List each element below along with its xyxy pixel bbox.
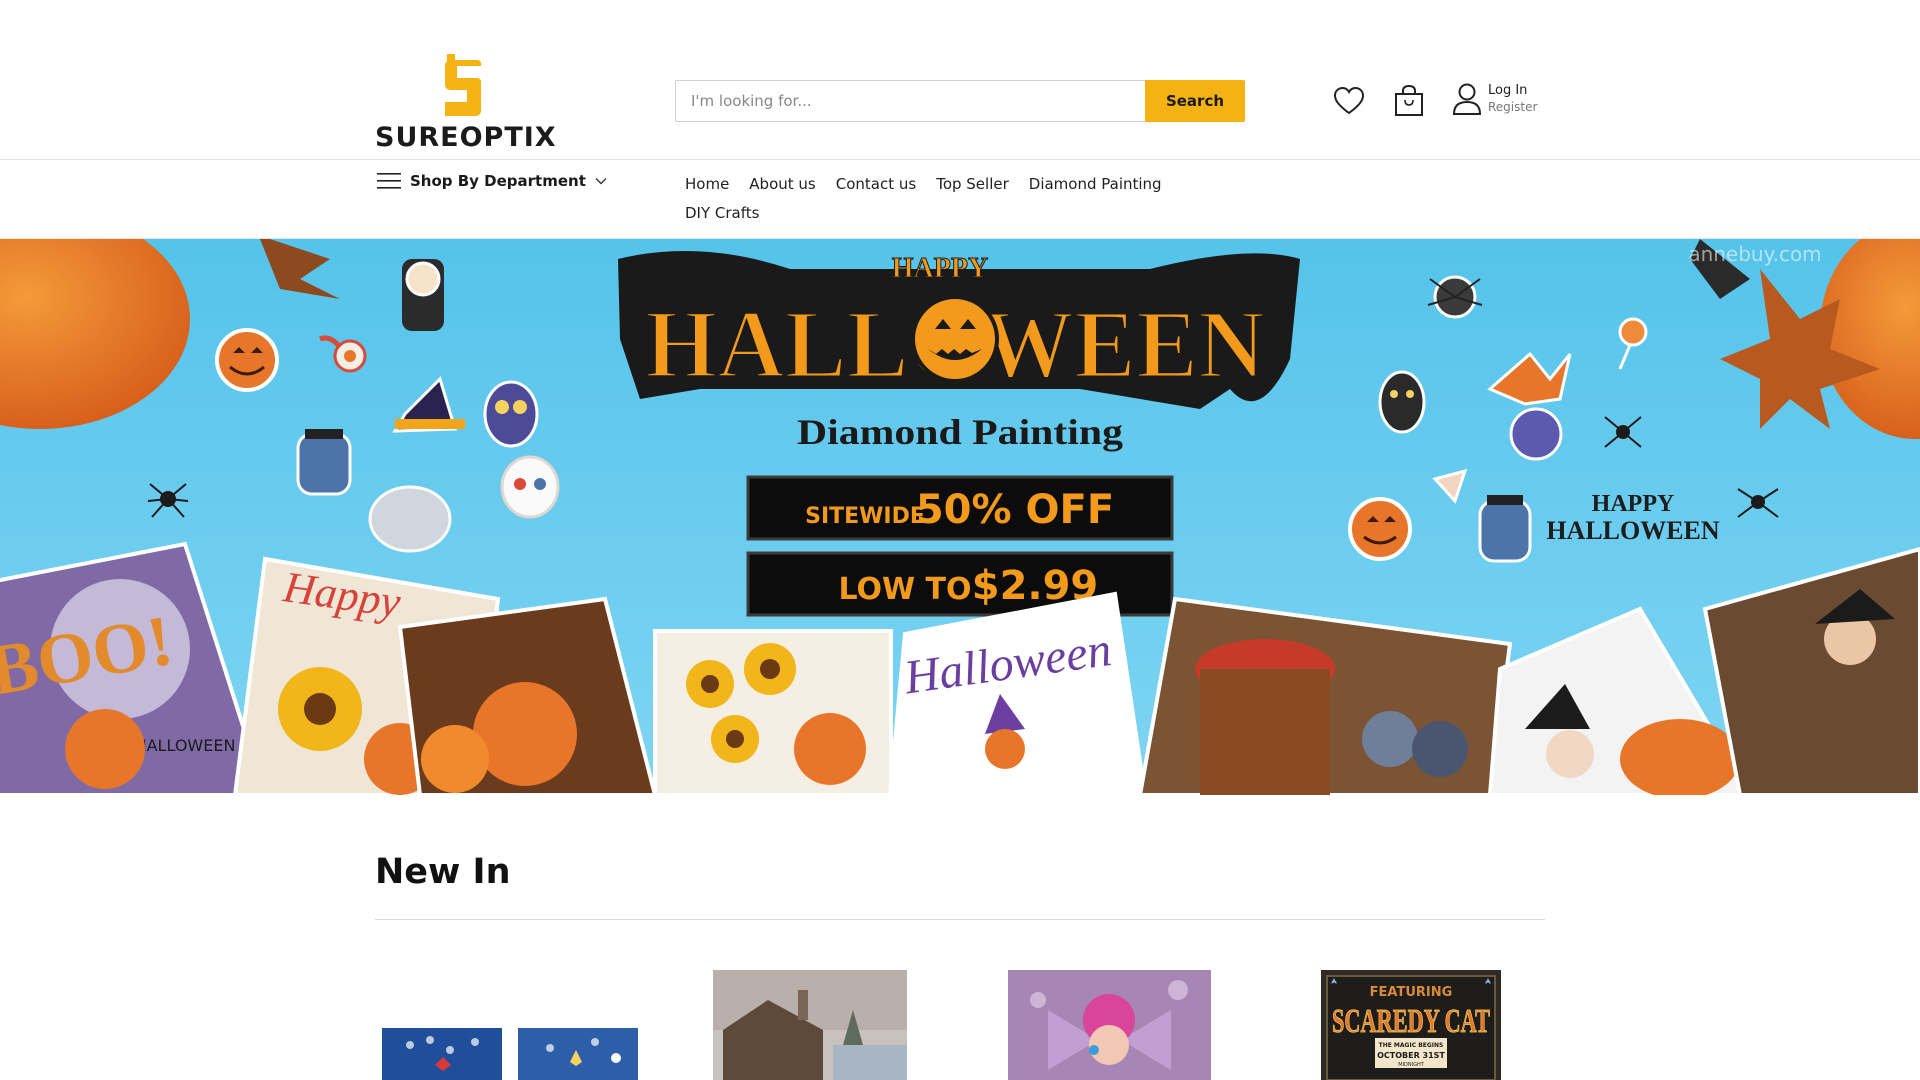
section-divider: [375, 919, 1545, 920]
sticker-frankenstein-right: [1478, 495, 1532, 563]
logo-s-mark: [445, 54, 481, 116]
search-button[interactable]: Search: [1145, 80, 1245, 122]
headline-happy: HAPPY: [892, 253, 988, 284]
svg-text:HALLOWEEN: HALLOWEEN: [135, 736, 236, 755]
site-header: SUREOPTIX Search Log In Register: [0, 0, 1920, 160]
nav-item-home[interactable]: Home: [685, 174, 729, 194]
offer-main: 50% OFF: [916, 487, 1114, 533]
wishlist-button[interactable]: [1332, 84, 1366, 118]
banner-watermark: annebuy.com: [1688, 242, 1821, 266]
sticker-jack-o-lantern-left: [215, 328, 279, 392]
nav-item-about-us[interactable]: About us: [749, 174, 815, 194]
product-card-flowers[interactable]: [380, 970, 640, 1080]
account-menu[interactable]: Log In Register: [1452, 82, 1537, 116]
card-sunflowers: [653, 629, 893, 795]
sticker-vampire: [402, 259, 444, 331]
nav-item-diamond-painting[interactable]: Diamond Painting: [1029, 174, 1162, 194]
svg-text:SCAREDY CAT: SCAREDY CAT: [1332, 1003, 1490, 1040]
heart-icon: [1333, 86, 1365, 115]
svg-text:MIDNIGHT: MIDNIGHT: [1398, 1062, 1424, 1068]
chevron-down-icon: [595, 178, 607, 185]
search-bar: Search: [675, 80, 1245, 122]
main-navigation: Shop By Department Home About us Contact…: [0, 160, 1920, 239]
product-card-scaredy-cat[interactable]: FEATURING SCAREDY CAT THE MAGIC BEGINS O…: [1321, 970, 1501, 1080]
sticker-cat-scratch: [368, 485, 452, 553]
product-image-scaredy-cat: FEATURING SCAREDY CAT THE MAGIC BEGINS O…: [1321, 970, 1501, 1080]
banner-artwork: HAPPY HALLOWEEN HAPPY HALLOWEEN Diamond …: [0, 239, 1920, 795]
product-image-flowers: [382, 1028, 638, 1080]
headline-subtitle: Diamond Painting: [797, 412, 1123, 452]
svg-text:OCTOBER 31ST: OCTOBER 31ST: [1377, 1051, 1445, 1060]
sticker-black-cat: [1378, 370, 1426, 434]
svg-text:THE MAGIC BEGINS: THE MAGIC BEGINS: [1379, 1042, 1444, 1049]
product-image-fairy: [1008, 970, 1211, 1080]
new-in-heading: New In: [375, 852, 511, 892]
account-links: Log In Register: [1488, 83, 1537, 115]
login-link[interactable]: Log In: [1488, 83, 1537, 99]
side-text-halloween: HALLOWEEN: [1546, 516, 1720, 545]
hamburger-menu-icon: [377, 173, 401, 189]
price-prefix: LOW TO: [838, 572, 971, 607]
offer-prefix: SITEWIDE: [805, 504, 925, 529]
nav-menu: Home About us Contact us Top Seller Diam…: [685, 174, 1245, 223]
product-card-fairy[interactable]: [1008, 970, 1211, 1080]
brand-logo[interactable]: SUREOPTIX: [375, 52, 556, 153]
sticker-jack-o-lantern-right: [1348, 497, 1412, 561]
product-card-cabin[interactable]: [713, 970, 907, 1080]
shopping-bag-icon: [1395, 84, 1423, 116]
headline-jack-o-lantern: [911, 295, 999, 383]
sticker-frankenstein-left: [296, 429, 352, 496]
product-image-cabin: [713, 970, 907, 1080]
nav-item-diy-crafts[interactable]: DIY Crafts: [685, 203, 759, 223]
offer-plaque: SITEWIDE 50% OFF: [746, 475, 1174, 541]
shop-by-department-dropdown[interactable]: Shop By Department: [377, 172, 607, 190]
nav-item-contact-us[interactable]: Contact us: [836, 174, 916, 194]
search-input[interactable]: [675, 80, 1145, 122]
brand-name: SUREOPTIX: [375, 122, 557, 153]
halloween-promo-banner[interactable]: HAPPY HALLOWEEN HAPPY HALLOWEEN Diamond …: [0, 239, 1920, 795]
nav-item-top-seller[interactable]: Top Seller: [936, 174, 1009, 194]
department-label: Shop By Department: [410, 172, 586, 190]
sticker-owl: [483, 380, 539, 448]
user-icon: [1452, 83, 1482, 115]
sticker-sugar-skull: [500, 455, 560, 519]
cart-button[interactable]: [1392, 84, 1426, 118]
side-text-happy: HAPPY: [1592, 491, 1675, 517]
svg-text:FEATURING: FEATURING: [1370, 985, 1453, 1000]
sticker-candy: [1509, 407, 1563, 461]
register-link[interactable]: Register: [1488, 99, 1537, 115]
